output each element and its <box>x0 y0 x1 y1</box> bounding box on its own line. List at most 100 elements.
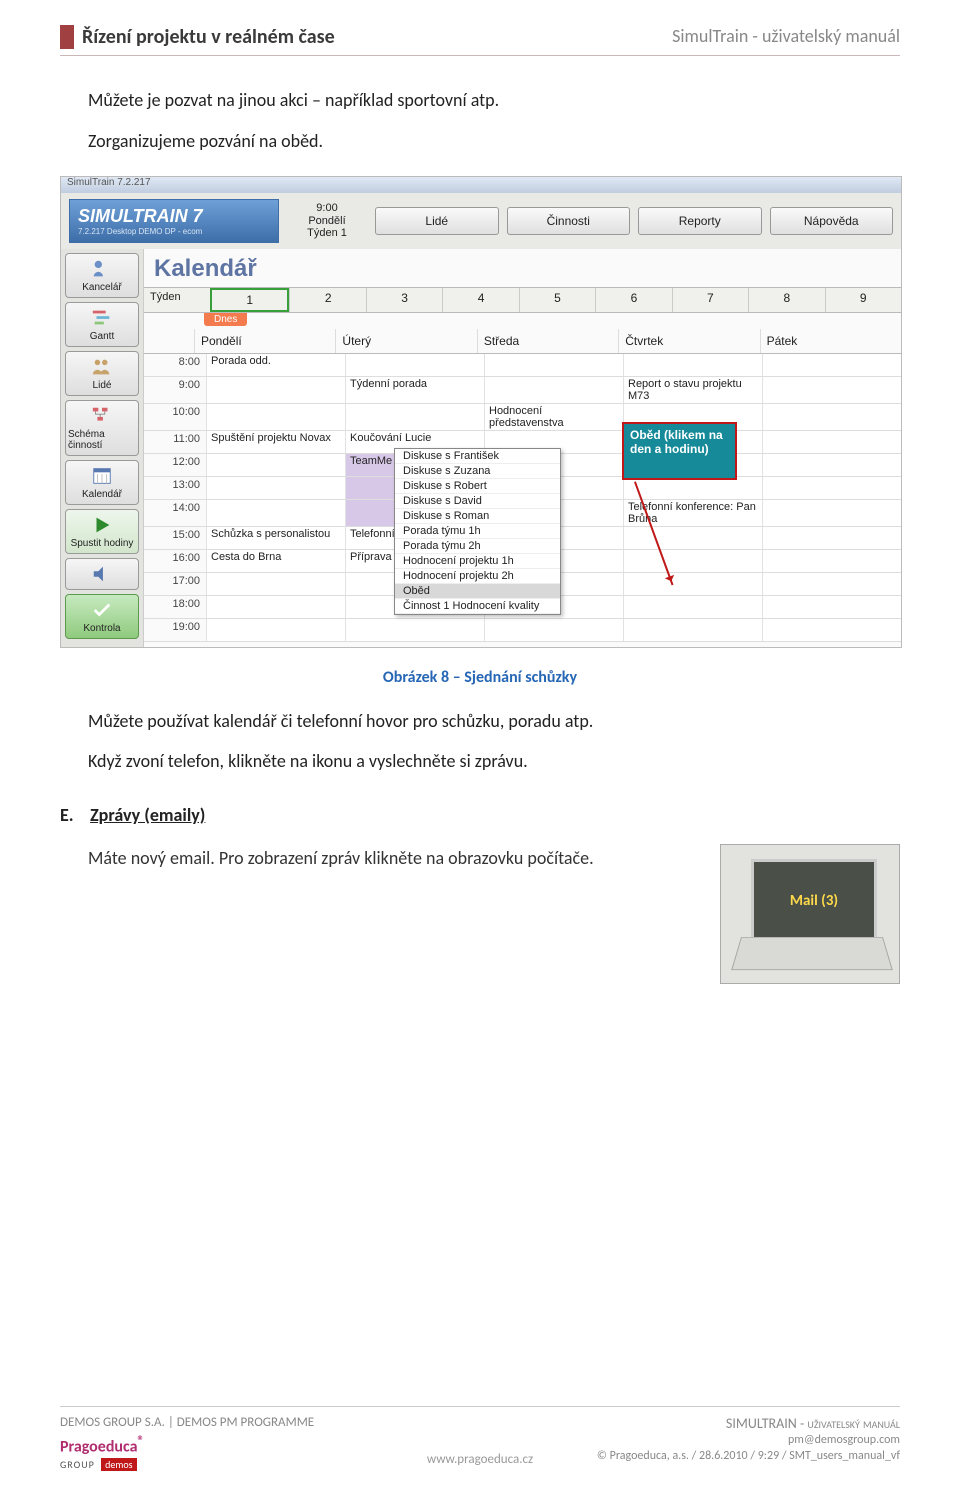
left-sidebar: Kancelář Gantt Lidé Schéma činností Kale… <box>61 249 143 647</box>
cell-mon-9[interactable] <box>206 377 345 403</box>
cell-wed-19[interactable] <box>484 619 623 641</box>
time: 9:00 <box>287 202 367 214</box>
cell-mon-10[interactable] <box>206 404 345 430</box>
cell-fri-12[interactable] <box>762 454 901 476</box>
cell-wed-9[interactable] <box>484 377 623 403</box>
week-tab-5[interactable]: 5 <box>519 288 595 312</box>
dropdown-item[interactable]: Diskuse s David <box>395 494 560 509</box>
cell-mon-11[interactable]: Spuštění projektu Novax <box>206 431 345 453</box>
cell-thu-9[interactable]: Report o stavu projektu M73 <box>623 377 762 403</box>
sidebar-sound-button[interactable] <box>65 558 139 590</box>
nav-reports-button[interactable]: Reporty <box>638 207 762 235</box>
cell-mon-19[interactable] <box>206 619 345 641</box>
cell-mon-17[interactable] <box>206 573 345 595</box>
cell-fri-9[interactable] <box>762 377 901 403</box>
cell-mon-15[interactable]: Schůzka s personalistou <box>206 527 345 549</box>
sidebar-people-button[interactable]: Lidé <box>65 351 139 396</box>
sidebar-play-button[interactable]: Spustit hodiny <box>65 509 139 554</box>
week-tab-1[interactable]: 1 <box>210 288 289 312</box>
cell-fri-16[interactable] <box>762 550 901 572</box>
day-head-wed: Středa <box>477 329 618 353</box>
nav-people-button[interactable]: Lidé <box>375 207 499 235</box>
sidebar-calendar-button[interactable]: Kalendář <box>65 460 139 505</box>
day-head-thu: Čtvrtek <box>618 329 759 353</box>
cell-mon-13[interactable] <box>206 477 345 499</box>
cell-mon-16[interactable]: Cesta do Brna <box>206 550 345 572</box>
hour-15: 15:00 <box>144 527 206 549</box>
sidebar-office-button[interactable]: Kancelář <box>65 253 139 298</box>
nav-activities-button[interactable]: Činnosti <box>507 207 631 235</box>
cell-fri-18[interactable] <box>762 596 901 618</box>
dropdown-item-selected[interactable]: Oběd <box>395 584 560 599</box>
calendar-main: Kalendář Týden 1 2 3 4 5 6 7 8 9 Dnes <box>143 249 901 647</box>
lunch-popup[interactable]: Oběd (klikem na den a hodinu) <box>622 422 737 480</box>
cell-thu-13[interactable] <box>623 477 762 499</box>
hour-12: 12:00 <box>144 454 206 476</box>
cell-fri-19[interactable] <box>762 619 901 641</box>
dropdown-item[interactable]: Činnost 1 Hodnocení kvality <box>395 599 560 614</box>
dropdown-item[interactable]: Porada týmu 2h <box>395 539 560 554</box>
paragraph-4: Když zvoní telefon, klikněte na ikonu a … <box>88 747 900 776</box>
cell-fri-14[interactable] <box>762 500 901 526</box>
dropdown-item[interactable]: Porada týmu 1h <box>395 524 560 539</box>
doc-footer: DEMOS GROUP S.A. | DEMOS PM PROGRAMME Pr… <box>60 1406 900 1471</box>
cell-fri-11[interactable] <box>762 431 901 453</box>
footer-right-top: SIMULTRAIN - uživatelský manuál <box>726 1415 900 1432</box>
cell-thu-15[interactable] <box>623 527 762 549</box>
cell-mon-14[interactable] <box>206 500 345 526</box>
check-icon <box>88 599 116 621</box>
cell-mon-8[interactable]: Porada odd. <box>206 354 345 376</box>
cell-thu-19[interactable] <box>623 619 762 641</box>
dropdown-item[interactable]: Hodnocení projektu 1h <box>395 554 560 569</box>
week-tab-6[interactable]: 6 <box>595 288 671 312</box>
day-head-fri: Pátek <box>760 329 901 353</box>
cell-thu-16[interactable] <box>623 550 762 572</box>
dropdown-item[interactable]: Diskuse s Zuzana <box>395 464 560 479</box>
cell-fri-10[interactable] <box>762 404 901 430</box>
cell-mon-12[interactable] <box>206 454 345 476</box>
week-tabs: Týden 1 2 3 4 5 6 7 8 9 <box>144 287 901 313</box>
cell-fri-13[interactable] <box>762 477 901 499</box>
dropdown-item[interactable]: Hodnocení projektu 2h <box>395 569 560 584</box>
week-tab-8[interactable]: 8 <box>748 288 824 312</box>
cell-tue-8[interactable] <box>345 354 484 376</box>
calendar-title: Kalendář <box>154 255 891 283</box>
cell-thu-17[interactable] <box>623 573 762 595</box>
cell-wed-8[interactable] <box>484 354 623 376</box>
calendar-grid[interactable]: 8:00 Porada odd. 9:00 Týdenní porada Rep… <box>144 354 901 642</box>
label: Lidé <box>93 380 112 391</box>
cell-fri-15[interactable] <box>762 527 901 549</box>
cell-mon-18[interactable] <box>206 596 345 618</box>
cell-tue-9[interactable]: Týdenní porada <box>345 377 484 403</box>
day-head-tue: Úterý <box>335 329 476 353</box>
label: Kancelář <box>82 282 121 293</box>
figure-caption: Obrázek 8 – Sjednání schůzky <box>60 668 900 687</box>
email-paragraph: Máte nový email. Pro zobrazení zpráv kli… <box>88 844 690 873</box>
sidebar-schema-button[interactable]: Schéma činností <box>65 400 139 456</box>
action-dropdown[interactable]: Diskuse s František Diskuse s Zuzana Dis… <box>394 448 561 615</box>
week-tab-3[interactable]: 3 <box>366 288 442 312</box>
schema-icon <box>88 405 116 427</box>
cell-thu-8[interactable] <box>623 354 762 376</box>
cell-thu-18[interactable] <box>623 596 762 618</box>
sidebar-gantt-button[interactable]: Gantt <box>65 302 139 347</box>
dropdown-item[interactable]: Diskuse s Robert <box>395 479 560 494</box>
week-label: Týden <box>144 288 210 312</box>
week-tab-7[interactable]: 7 <box>672 288 748 312</box>
cell-fri-8[interactable] <box>762 354 901 376</box>
header-right: SimulTrain - uživatelský manuál <box>672 25 900 47</box>
day-head-mon: Pondělí <box>194 329 335 353</box>
dropdown-item[interactable]: Diskuse s František <box>395 449 560 464</box>
cell-fri-17[interactable] <box>762 573 901 595</box>
week-tab-2[interactable]: 2 <box>289 288 365 312</box>
cell-wed-10[interactable]: Hodnocení představenstva <box>484 404 623 430</box>
today-badge: Dnes <box>204 313 247 326</box>
week-tab-9[interactable]: 9 <box>825 288 901 312</box>
cell-tue-19[interactable] <box>345 619 484 641</box>
week-tab-4[interactable]: 4 <box>442 288 518 312</box>
nav-help-button[interactable]: Nápověda <box>770 207 894 235</box>
cell-tue-10[interactable] <box>345 404 484 430</box>
sidebar-check-button[interactable]: Kontrola <box>65 594 139 639</box>
laptop-image[interactable]: Mail (3) <box>720 844 900 984</box>
dropdown-item[interactable]: Diskuse s Roman <box>395 509 560 524</box>
